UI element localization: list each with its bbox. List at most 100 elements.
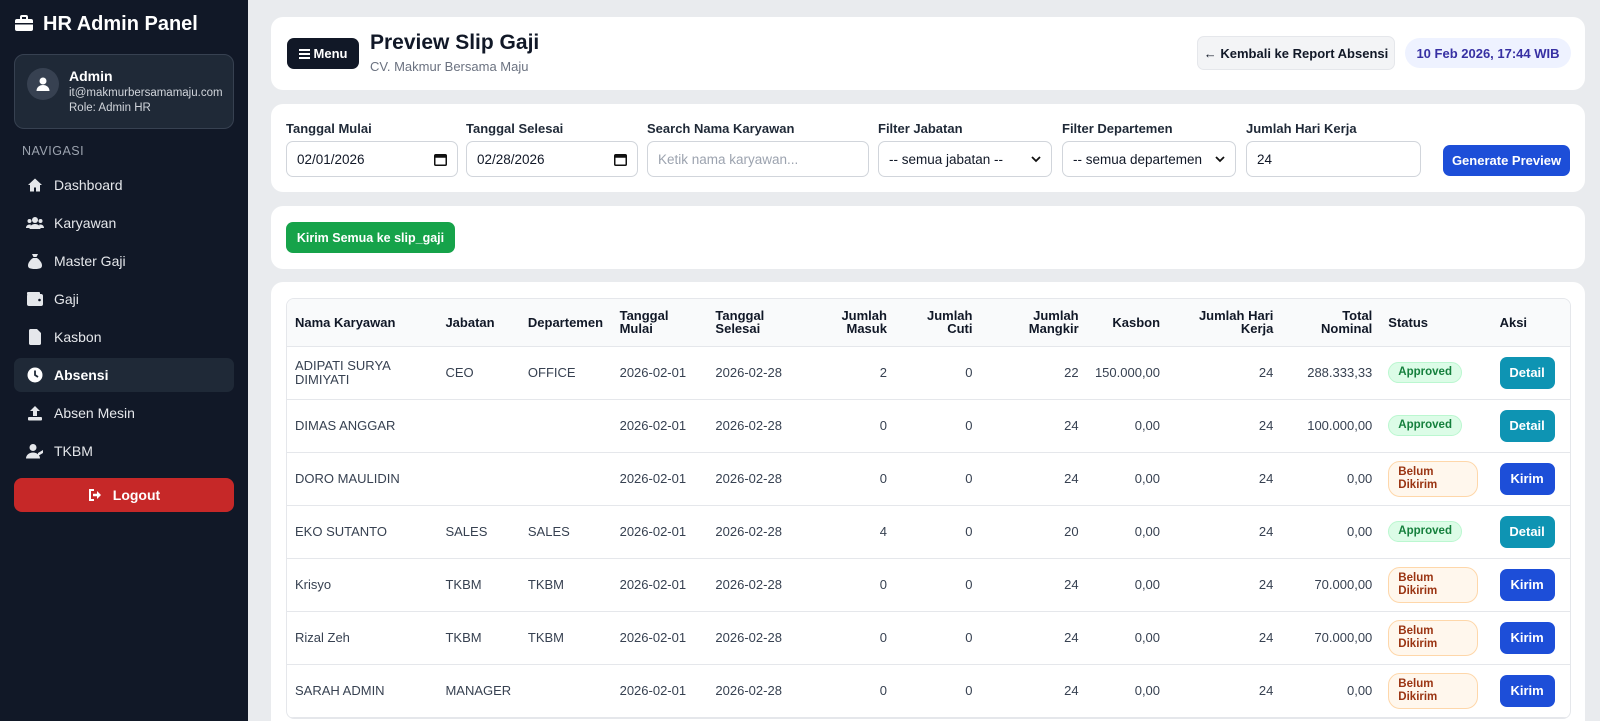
slip-table: Nama Karyawan Jabatan Departemen Tanggal… <box>287 299 1570 718</box>
cell-tanggal-selesai: 2026-02-28 <box>707 399 806 453</box>
kirim-button[interactable]: Kirim <box>1499 674 1555 707</box>
col-aksi: Aksi <box>1491 299 1570 347</box>
sidebar-item-label: Master Gaji <box>54 253 126 269</box>
cell-tanggal-mulai: 2026-02-01 <box>611 611 708 665</box>
file-icon <box>26 328 44 346</box>
back-to-report-button[interactable]: ← Kembali ke Report Absensi <box>1197 36 1395 70</box>
kirim-button[interactable]: Kirim <box>1499 621 1555 654</box>
status-badge: Belum Dikirim <box>1388 460 1479 497</box>
brand: HR Admin Panel <box>14 0 234 48</box>
calendar-icon <box>434 153 447 166</box>
cell-nama: Rizal Zeh <box>287 611 438 665</box>
sidebar-item-absen-mesin[interactable]: Absen Mesin <box>14 396 234 430</box>
menu-label: Menu <box>313 46 348 61</box>
cell-kasbon: 0,00 <box>1086 558 1169 612</box>
wallet-icon <box>26 290 44 308</box>
kirim-button[interactable]: Kirim <box>1499 568 1555 601</box>
table-row: SARAH ADMIN MANAGER 2026-02-01 2026-02-2… <box>287 664 1570 718</box>
send-all-button[interactable]: Kirim Semua ke slip_gaji <box>286 222 455 253</box>
cell-total-nominal: 100.000,00 <box>1281 399 1381 453</box>
detail-button[interactable]: Detail <box>1499 515 1555 548</box>
detail-button[interactable]: Detail <box>1499 409 1555 442</box>
table-row: ADIPATI SURYA DIMIYATI CEO OFFICE 2026-0… <box>287 346 1570 400</box>
col-jumlah-hari-kerja: Jumlah Hari Kerja <box>1168 299 1282 347</box>
cell-tanggal-selesai: 2026-02-28 <box>707 346 806 400</box>
user-tie-icon <box>26 442 44 460</box>
cell-kasbon: 150.000,00 <box>1086 346 1169 400</box>
end-date-input[interactable]: 02/28/2026 <box>466 141 638 177</box>
sidebar-item-master-gaji[interactable]: Master Gaji <box>14 244 234 278</box>
cell-aksi: Kirim <box>1491 452 1570 506</box>
briefcase-icon <box>15 15 33 31</box>
generate-preview-button[interactable]: Generate Preview <box>1443 145 1570 176</box>
sidebar-item-label: Gaji <box>54 291 79 307</box>
user-card: Admin it@makmurbersamamaju.com Role: Adm… <box>14 54 234 129</box>
dept-select[interactable]: -- semua departemen -- <box>1062 141 1236 177</box>
cell-aksi: Kirim <box>1491 611 1570 665</box>
status-badge: Approved <box>1388 521 1462 542</box>
jabatan-select[interactable]: -- semua jabatan -- <box>878 141 1052 177</box>
jabatan-select-value: -- semua jabatan -- <box>889 151 1004 167</box>
cell-total-nominal: 0,00 <box>1281 664 1381 718</box>
cell-jumlah-masuk: 0 <box>805 558 895 612</box>
cell-status: Belum Dikirim <box>1380 611 1492 665</box>
cell-tanggal-mulai: 2026-02-01 <box>611 664 708 718</box>
sidebar-item-karyawan[interactable]: Karyawan <box>14 206 234 240</box>
upload-icon <box>26 404 44 422</box>
cell-jumlah-masuk: 0 <box>805 399 895 453</box>
cell-departemen: TKBM <box>519 558 612 612</box>
money-bag-icon <box>26 252 44 270</box>
end-date-field: Tanggal Selesai 02/28/2026 <box>466 121 638 177</box>
sidebar-item-kasbon[interactable]: Kasbon <box>14 320 234 354</box>
table-wrapper: Nama Karyawan Jabatan Departemen Tanggal… <box>286 298 1571 719</box>
cell-total-nominal: 288.333,33 <box>1281 346 1381 400</box>
sidebar-item-gaji[interactable]: Gaji <box>14 282 234 316</box>
cell-jumlah-mangkir: 24 <box>980 664 1087 718</box>
logout-button[interactable]: Logout <box>14 478 234 512</box>
cell-tanggal-selesai: 2026-02-28 <box>707 558 806 612</box>
sidebar-item-absensi[interactable]: Absensi <box>14 358 234 392</box>
dept-filter-label: Filter Departemen <box>1062 121 1173 136</box>
cell-jabatan: MANAGER <box>437 664 520 718</box>
status-badge: Belum Dikirim <box>1388 619 1479 656</box>
page-title: Preview Slip Gaji <box>370 31 540 54</box>
cell-jumlah-mangkir: 24 <box>980 452 1087 506</box>
cell-hari-kerja: 24 <box>1168 346 1282 400</box>
cell-tanggal-mulai: 2026-02-01 <box>611 399 708 453</box>
col-departemen: Departemen <box>519 299 612 347</box>
status-badge: Belum Dikirim <box>1388 672 1479 709</box>
sidebar: HR Admin Panel Admin it@makmurbersamamaj… <box>0 0 248 721</box>
cell-jumlah-masuk: 0 <box>805 664 895 718</box>
table-row: EKO SUTANTO SALES SALES 2026-02-01 2026-… <box>287 505 1570 559</box>
jabatan-filter-field: Filter Jabatan -- semua jabatan -- <box>878 121 1052 177</box>
cell-jabatan: TKBM <box>437 558 520 612</box>
cell-jumlah-masuk: 0 <box>805 452 895 506</box>
cell-nama: ADIPATI SURYA DIMIYATI <box>287 346 438 400</box>
cell-jumlah-cuti: 0 <box>894 611 981 665</box>
avatar <box>27 68 59 100</box>
dept-select-value: -- semua departemen -- <box>1073 151 1203 167</box>
menu-button[interactable]: Menu <box>287 38 359 69</box>
hari-kerja-input[interactable]: 24 <box>1246 141 1421 177</box>
col-status: Status <box>1380 299 1492 347</box>
logout-label: Logout <box>112 487 161 503</box>
sidebar-item-dashboard[interactable]: Dashboard <box>14 168 234 202</box>
detail-button[interactable]: Detail <box>1499 356 1555 389</box>
action-bar: Kirim Semua ke slip_gaji <box>271 206 1585 269</box>
cell-jabatan: TKBM <box>437 611 520 665</box>
cell-jumlah-masuk: 4 <box>805 505 895 559</box>
start-date-input[interactable]: 02/01/2026 <box>286 141 458 177</box>
col-total-nominal: Total Nominal <box>1281 299 1381 347</box>
cell-kasbon: 0,00 <box>1086 452 1169 506</box>
col-kasbon: Kasbon <box>1086 299 1169 347</box>
cell-nama: DIMAS ANGGAR <box>287 399 438 453</box>
sidebar-item-label: Absen Mesin <box>54 405 135 421</box>
sidebar-item-tkbm[interactable]: TKBM <box>14 434 234 468</box>
cell-jumlah-cuti: 0 <box>894 452 981 506</box>
clock-icon <box>26 366 44 384</box>
search-input[interactable]: Ketik nama karyawan... <box>647 141 869 177</box>
calendar-icon <box>614 153 627 166</box>
cell-hari-kerja: 24 <box>1168 558 1282 612</box>
kirim-button[interactable]: Kirim <box>1499 462 1555 495</box>
cell-status: Approved <box>1380 346 1492 400</box>
